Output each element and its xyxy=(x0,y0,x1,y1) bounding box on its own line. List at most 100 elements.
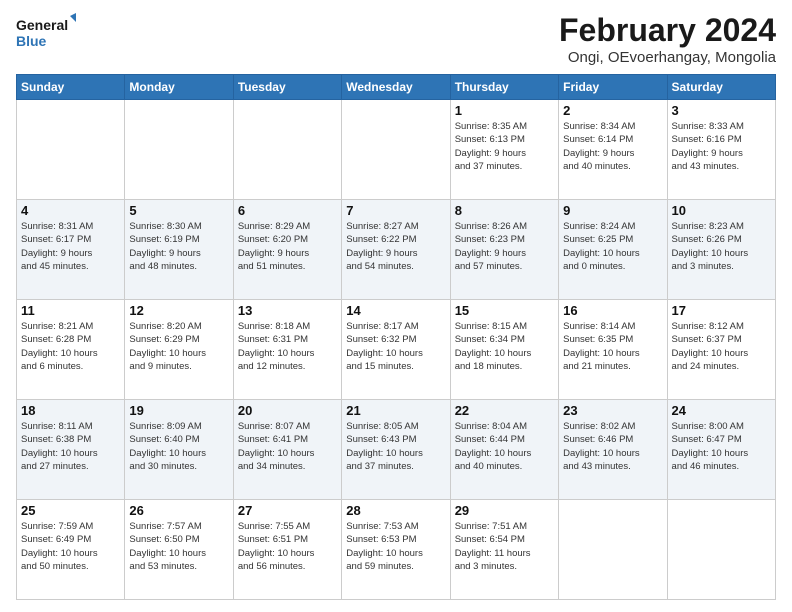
day-info: Sunrise: 8:33 AMSunset: 6:16 PMDaylight:… xyxy=(672,120,771,173)
svg-text:Blue: Blue xyxy=(16,33,47,49)
day-info: Sunrise: 8:31 AMSunset: 6:17 PMDaylight:… xyxy=(21,220,120,273)
day-number: 6 xyxy=(238,203,337,218)
day-number: 13 xyxy=(238,303,337,318)
day-number: 11 xyxy=(21,303,120,318)
day-info: Sunrise: 8:26 AMSunset: 6:23 PMDaylight:… xyxy=(455,220,554,273)
calendar-cell: 27 Sunrise: 7:55 AMSunset: 6:51 PMDayligh… xyxy=(233,500,341,600)
day-number: 28 xyxy=(346,503,445,518)
main-title: February 2024 xyxy=(559,12,776,49)
day-number: 26 xyxy=(129,503,228,518)
day-number: 18 xyxy=(21,403,120,418)
day-info: Sunrise: 8:07 AMSunset: 6:41 PMDaylight:… xyxy=(238,420,337,473)
day-number: 21 xyxy=(346,403,445,418)
calendar-cell xyxy=(233,100,341,200)
day-number: 22 xyxy=(455,403,554,418)
day-number: 29 xyxy=(455,503,554,518)
page: General Blue February 2024 Ongi, OEvoerh… xyxy=(0,0,792,612)
header: General Blue February 2024 Ongi, OEvoerh… xyxy=(16,12,776,66)
weekday-header-sunday: Sunday xyxy=(17,75,125,100)
calendar-cell: 12 Sunrise: 8:20 AMSunset: 6:29 PMDayligh… xyxy=(125,300,233,400)
day-info: Sunrise: 8:00 AMSunset: 6:47 PMDaylight:… xyxy=(672,420,771,473)
day-number: 9 xyxy=(563,203,662,218)
weekday-header-wednesday: Wednesday xyxy=(342,75,450,100)
calendar-cell: 10 Sunrise: 8:23 AMSunset: 6:26 PMDayligh… xyxy=(667,200,775,300)
day-info: Sunrise: 8:15 AMSunset: 6:34 PMDaylight:… xyxy=(455,320,554,373)
calendar-cell: 29 Sunrise: 7:51 AMSunset: 6:54 PMDayligh… xyxy=(450,500,558,600)
day-info: Sunrise: 8:09 AMSunset: 6:40 PMDaylight:… xyxy=(129,420,228,473)
calendar-cell: 6 Sunrise: 8:29 AMSunset: 6:20 PMDaylight… xyxy=(233,200,341,300)
day-number: 24 xyxy=(672,403,771,418)
calendar-cell xyxy=(17,100,125,200)
day-info: Sunrise: 8:02 AMSunset: 6:46 PMDaylight:… xyxy=(563,420,662,473)
calendar-cell: 19 Sunrise: 8:09 AMSunset: 6:40 PMDayligh… xyxy=(125,400,233,500)
weekday-header-thursday: Thursday xyxy=(450,75,558,100)
calendar-cell xyxy=(125,100,233,200)
day-info: Sunrise: 8:23 AMSunset: 6:26 PMDaylight:… xyxy=(672,220,771,273)
day-info: Sunrise: 8:20 AMSunset: 6:29 PMDaylight:… xyxy=(129,320,228,373)
day-number: 27 xyxy=(238,503,337,518)
calendar-cell: 9 Sunrise: 8:24 AMSunset: 6:25 PMDaylight… xyxy=(559,200,667,300)
day-info: Sunrise: 8:05 AMSunset: 6:43 PMDaylight:… xyxy=(346,420,445,473)
calendar-week-row: 18Sunrise: 8:11 AMSunset: 6:38 PMDayligh… xyxy=(17,400,776,500)
calendar-cell: 23 Sunrise: 8:02 AMSunset: 6:46 PMDayligh… xyxy=(559,400,667,500)
day-number: 10 xyxy=(672,203,771,218)
day-number: 17 xyxy=(672,303,771,318)
calendar-cell: 22 Sunrise: 8:04 AMSunset: 6:44 PMDayligh… xyxy=(450,400,558,500)
weekday-header-friday: Friday xyxy=(559,75,667,100)
calendar-cell: 7Sunrise: 8:27 AMSunset: 6:22 PMDaylight… xyxy=(342,200,450,300)
day-info: Sunrise: 8:24 AMSunset: 6:25 PMDaylight:… xyxy=(563,220,662,273)
calendar-week-row: 4 Sunrise: 8:31 AMSunset: 6:17 PMDaylight… xyxy=(17,200,776,300)
calendar-week-row: 1Sunrise: 8:35 AMSunset: 6:13 PMDaylight… xyxy=(17,100,776,200)
calendar-cell xyxy=(667,500,775,600)
day-number: 19 xyxy=(129,403,228,418)
calendar-cell: 3Sunrise: 8:33 AMSunset: 6:16 PMDaylight… xyxy=(667,100,775,200)
calendar-cell: 28Sunrise: 7:53 AMSunset: 6:53 PMDayligh… xyxy=(342,500,450,600)
calendar-table: SundayMondayTuesdayWednesdayThursdayFrid… xyxy=(16,74,776,600)
day-info: Sunrise: 8:04 AMSunset: 6:44 PMDaylight:… xyxy=(455,420,554,473)
day-info: Sunrise: 8:21 AMSunset: 6:28 PMDaylight:… xyxy=(21,320,120,373)
title-area: February 2024 Ongi, OEvoerhangay, Mongol… xyxy=(559,12,776,66)
weekday-header-tuesday: Tuesday xyxy=(233,75,341,100)
weekday-header-saturday: Saturday xyxy=(667,75,775,100)
day-info: Sunrise: 8:29 AMSunset: 6:20 PMDaylight:… xyxy=(238,220,337,273)
day-number: 12 xyxy=(129,303,228,318)
calendar-cell: 20 Sunrise: 8:07 AMSunset: 6:41 PMDayligh… xyxy=(233,400,341,500)
calendar-week-row: 11 Sunrise: 8:21 AMSunset: 6:28 PMDayligh… xyxy=(17,300,776,400)
calendar-cell: 15Sunrise: 8:15 AMSunset: 6:34 PMDayligh… xyxy=(450,300,558,400)
logo-svg: General Blue xyxy=(16,12,76,54)
day-info: Sunrise: 8:34 AMSunset: 6:14 PMDaylight:… xyxy=(563,120,662,173)
calendar-cell: 13Sunrise: 8:18 AMSunset: 6:31 PMDayligh… xyxy=(233,300,341,400)
day-number: 23 xyxy=(563,403,662,418)
calendar-cell xyxy=(559,500,667,600)
calendar-cell: 1Sunrise: 8:35 AMSunset: 6:13 PMDaylight… xyxy=(450,100,558,200)
day-info: Sunrise: 7:51 AMSunset: 6:54 PMDaylight:… xyxy=(455,520,554,573)
day-number: 1 xyxy=(455,103,554,118)
calendar-cell: 18Sunrise: 8:11 AMSunset: 6:38 PMDayligh… xyxy=(17,400,125,500)
calendar-cell: 2 Sunrise: 8:34 AMSunset: 6:14 PMDaylight… xyxy=(559,100,667,200)
day-info: Sunrise: 7:57 AMSunset: 6:50 PMDaylight:… xyxy=(129,520,228,573)
day-info: Sunrise: 8:12 AMSunset: 6:37 PMDaylight:… xyxy=(672,320,771,373)
day-info: Sunrise: 8:14 AMSunset: 6:35 PMDaylight:… xyxy=(563,320,662,373)
logo: General Blue xyxy=(16,12,76,54)
calendar-cell: 25Sunrise: 7:59 AMSunset: 6:49 PMDayligh… xyxy=(17,500,125,600)
calendar-cell: 11 Sunrise: 8:21 AMSunset: 6:28 PMDayligh… xyxy=(17,300,125,400)
calendar-cell: 26 Sunrise: 7:57 AMSunset: 6:50 PMDayligh… xyxy=(125,500,233,600)
day-number: 8 xyxy=(455,203,554,218)
calendar-cell: 17 Sunrise: 8:12 AMSunset: 6:37 PMDayligh… xyxy=(667,300,775,400)
subtitle: Ongi, OEvoerhangay, Mongolia xyxy=(559,49,776,66)
day-number: 20 xyxy=(238,403,337,418)
svg-text:General: General xyxy=(16,17,68,33)
calendar-cell: 24 Sunrise: 8:00 AMSunset: 6:47 PMDayligh… xyxy=(667,400,775,500)
calendar-cell: 8 Sunrise: 8:26 AMSunset: 6:23 PMDaylight… xyxy=(450,200,558,300)
day-info: Sunrise: 8:27 AMSunset: 6:22 PMDaylight:… xyxy=(346,220,445,273)
day-number: 4 xyxy=(21,203,120,218)
day-number: 16 xyxy=(563,303,662,318)
day-number: 5 xyxy=(129,203,228,218)
day-number: 2 xyxy=(563,103,662,118)
calendar-cell: 21 Sunrise: 8:05 AMSunset: 6:43 PMDayligh… xyxy=(342,400,450,500)
calendar-cell: 16 Sunrise: 8:14 AMSunset: 6:35 PMDayligh… xyxy=(559,300,667,400)
day-info: Sunrise: 8:17 AMSunset: 6:32 PMDaylight:… xyxy=(346,320,445,373)
calendar-week-row: 25Sunrise: 7:59 AMSunset: 6:49 PMDayligh… xyxy=(17,500,776,600)
calendar-cell: 14Sunrise: 8:17 AMSunset: 6:32 PMDayligh… xyxy=(342,300,450,400)
day-info: Sunrise: 7:55 AMSunset: 6:51 PMDaylight:… xyxy=(238,520,337,573)
